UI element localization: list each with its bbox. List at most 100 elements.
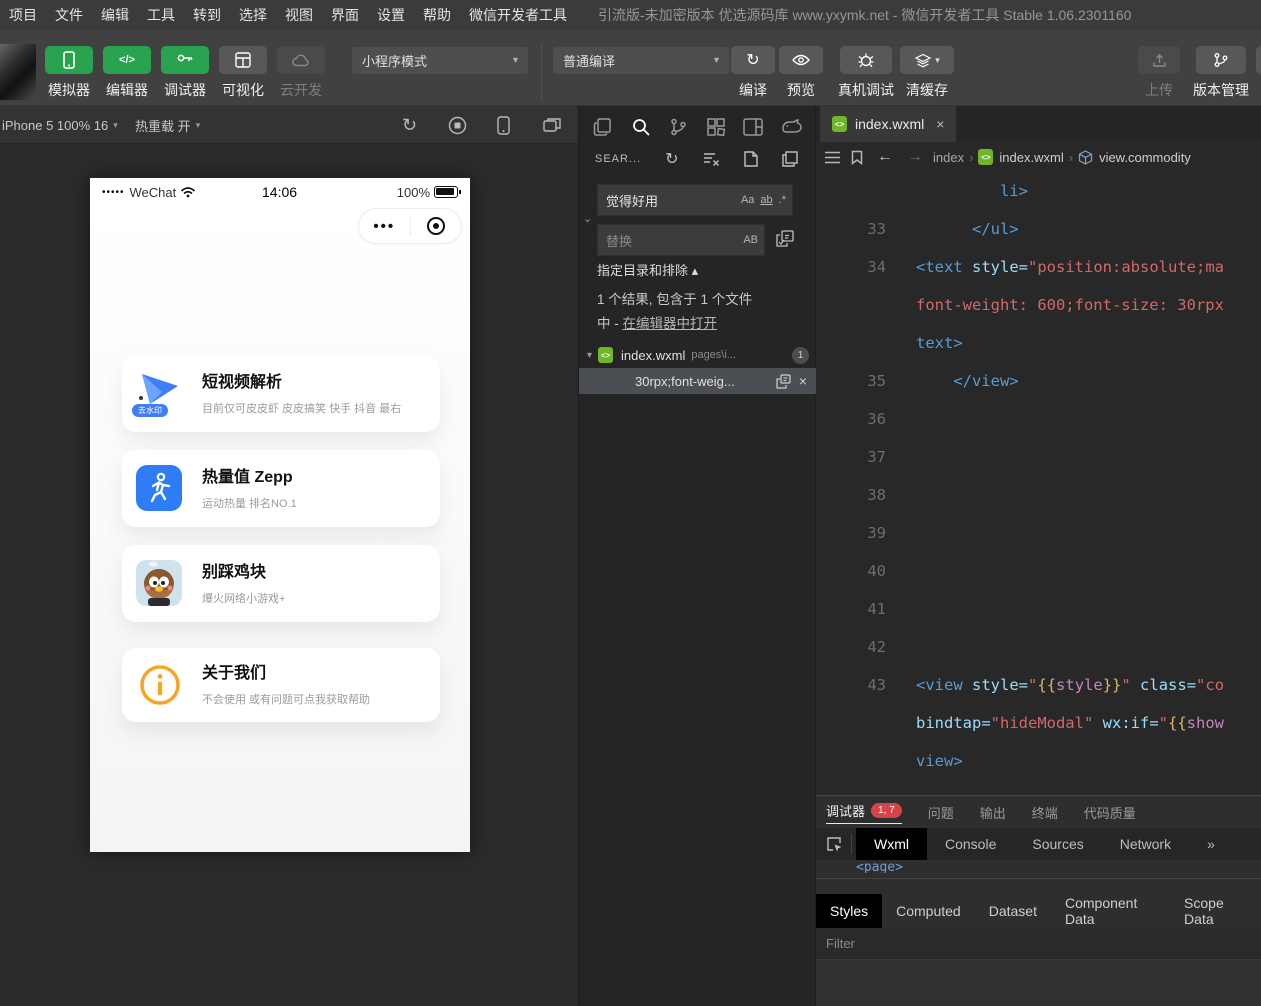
menu-select[interactable]: 选择 [230,5,276,25]
code-line[interactable]: 34<text style="position:absolute;ma [816,248,1261,286]
tab-problems[interactable]: 问题 [928,803,954,822]
tab-styles[interactable]: Styles [816,894,882,928]
menu-view[interactable]: 视图 [276,5,322,25]
tab-computed[interactable]: Computed [882,894,975,928]
breadcrumb-root[interactable]: index [933,150,964,165]
outline-menu-icon[interactable] [824,151,841,164]
code-line[interactable]: 41 [816,590,1261,628]
remote-debug-button[interactable] [840,46,892,74]
card-zepp[interactable]: 热量值 Zepp 运动热量 排名NO.1 [122,450,440,527]
version-control-button[interactable] [1196,46,1246,74]
menu-settings[interactable]: 设置 [368,5,414,25]
detach-window-button[interactable] [543,106,562,144]
code-line[interactable]: 35</view> [816,362,1261,400]
breadcrumb-node[interactable]: view.commodity [1099,150,1191,165]
compile-mode-select[interactable]: 普通编译 ▾ [553,47,729,74]
upload-button[interactable] [1138,46,1180,74]
device-selector[interactable]: iPhone 5 100% 16 ▾ [2,106,118,144]
simulator-button[interactable] [45,46,93,74]
mode-select[interactable]: 小程序模式 ▾ [352,47,528,74]
styles-filter-input[interactable]: Filter [816,928,1261,960]
replace-all-icon[interactable] [775,230,795,248]
card-about[interactable]: 关于我们 不会使用 或有问题可点我获取帮助 [122,648,440,722]
hot-reload-toggle[interactable]: 热重载 开 ▾ [135,106,200,144]
tab-debugger[interactable]: 调试器 1, 7 [826,801,902,824]
code-line[interactable]: li> [816,172,1261,210]
tab-terminal[interactable]: 终端 [1032,803,1058,822]
regex-icon[interactable]: .* [779,194,786,206]
preserve-case-icon[interactable]: AB [743,234,758,246]
code-line[interactable]: 33</ul> [816,210,1261,248]
close-tab-icon[interactable]: × [936,116,944,132]
tab-output[interactable]: 输出 [980,803,1006,822]
record-button[interactable] [448,106,467,144]
layout-icon[interactable] [743,118,763,136]
code-line[interactable]: 36 [816,400,1261,438]
dir-exclude-toggle[interactable]: 指定目录和排除 ▴ [597,260,698,279]
visualize-button[interactable] [219,46,267,74]
menu-file[interactable]: 文件 [46,5,92,25]
code-line[interactable]: font-weight: 600;font-size: 30rpx [816,286,1261,324]
preview-button[interactable] [779,46,823,74]
tab-scope-data[interactable]: Scope Data [1170,894,1261,928]
menu-tools[interactable]: 工具 [138,5,184,25]
toolbar-overflow-button[interactable] [1256,46,1261,74]
tab-wxml[interactable]: Wxml [856,828,927,860]
result-file-row[interactable]: ▾ <> index.wxml pages\i... 1 [579,342,817,368]
code-line[interactable]: bindtap="hideModal" wx:if="{{show [816,704,1261,742]
compile-button[interactable]: ↻ [731,46,775,74]
whale-icon[interactable] [781,119,803,135]
tab-index-wxml[interactable]: <> index.wxml × [820,106,956,142]
menu-project[interactable]: 项目 [0,5,46,25]
new-search-editor-icon[interactable] [744,151,758,167]
tab-network[interactable]: Network [1102,828,1189,860]
back-icon[interactable]: ← [877,148,893,166]
code-line[interactable]: 38 [816,476,1261,514]
card-game[interactable]: 别踩鸡块 爆火网络小游戏+ [122,545,440,622]
search-icon[interactable] [631,117,651,137]
tab-dataset[interactable]: Dataset [975,894,1051,928]
card-video-parse[interactable]: 去水印 短视频解析 目前仅可皮皮虾 皮皮搞笑 快手 抖音 最右 [122,355,440,432]
menu-interface[interactable]: 界面 [322,5,368,25]
git-icon[interactable] [668,117,688,137]
tab-console[interactable]: Console [927,828,1014,860]
bookmark-icon[interactable] [851,150,863,165]
replace-input[interactable]: 替换 AB [597,224,765,256]
debugger-button[interactable] [161,46,209,74]
chevron-expand-icon[interactable]: ⌄ [583,212,592,225]
code-line[interactable]: 43<view style="{{style}}" class="co [816,666,1261,704]
search-input[interactable]: 觉得好用 Aa ab .* [597,184,793,216]
clear-cache-button[interactable]: ▾ [900,46,954,74]
extensions-icon[interactable] [706,117,726,137]
result-match-row[interactable]: 30rpx;font-weig... × [579,368,817,394]
code-line[interactable]: 39 [816,514,1261,552]
code-line[interactable]: view> [816,742,1261,780]
explorer-icon[interactable] [593,117,613,137]
menu-goto[interactable]: 转到 [184,5,230,25]
refresh-simulator-button[interactable]: ↻ [402,106,417,144]
tab-more-chevron[interactable]: » [1189,828,1233,860]
dismiss-match-icon[interactable]: × [799,373,807,389]
code-line[interactable]: text> [816,324,1261,362]
more-menu-button[interactable]: ••• [359,218,410,235]
match-case-icon[interactable]: Aa [741,194,754,206]
code-line[interactable]: 40 [816,552,1261,590]
menu-help[interactable]: 帮助 [414,5,460,25]
clear-results-icon[interactable] [703,152,720,166]
forward-icon[interactable]: → [907,148,923,166]
close-home-button[interactable] [411,217,462,235]
open-in-editor-link[interactable]: 在编辑器中打开 [623,316,718,331]
tab-component-data[interactable]: Component Data [1051,894,1170,928]
editor-button[interactable]: </> [103,46,151,74]
menu-wechat-devtools[interactable]: 微信开发者工具 [460,5,576,25]
tab-code-quality[interactable]: 代码质量 [1084,803,1136,822]
wxml-element-node[interactable]: <page> [856,860,903,873]
code-line[interactable]: 37 [816,438,1261,476]
tab-sources[interactable]: Sources [1014,828,1101,860]
cloud-dev-button[interactable] [277,46,325,74]
user-avatar[interactable] [0,44,36,100]
breadcrumb-file[interactable]: index.wxml [999,150,1063,165]
inspect-element-icon[interactable] [826,836,843,853]
code-editor[interactable]: li>33</ul>34<text style="position:absolu… [816,172,1261,795]
device-frame-button[interactable] [497,106,510,144]
